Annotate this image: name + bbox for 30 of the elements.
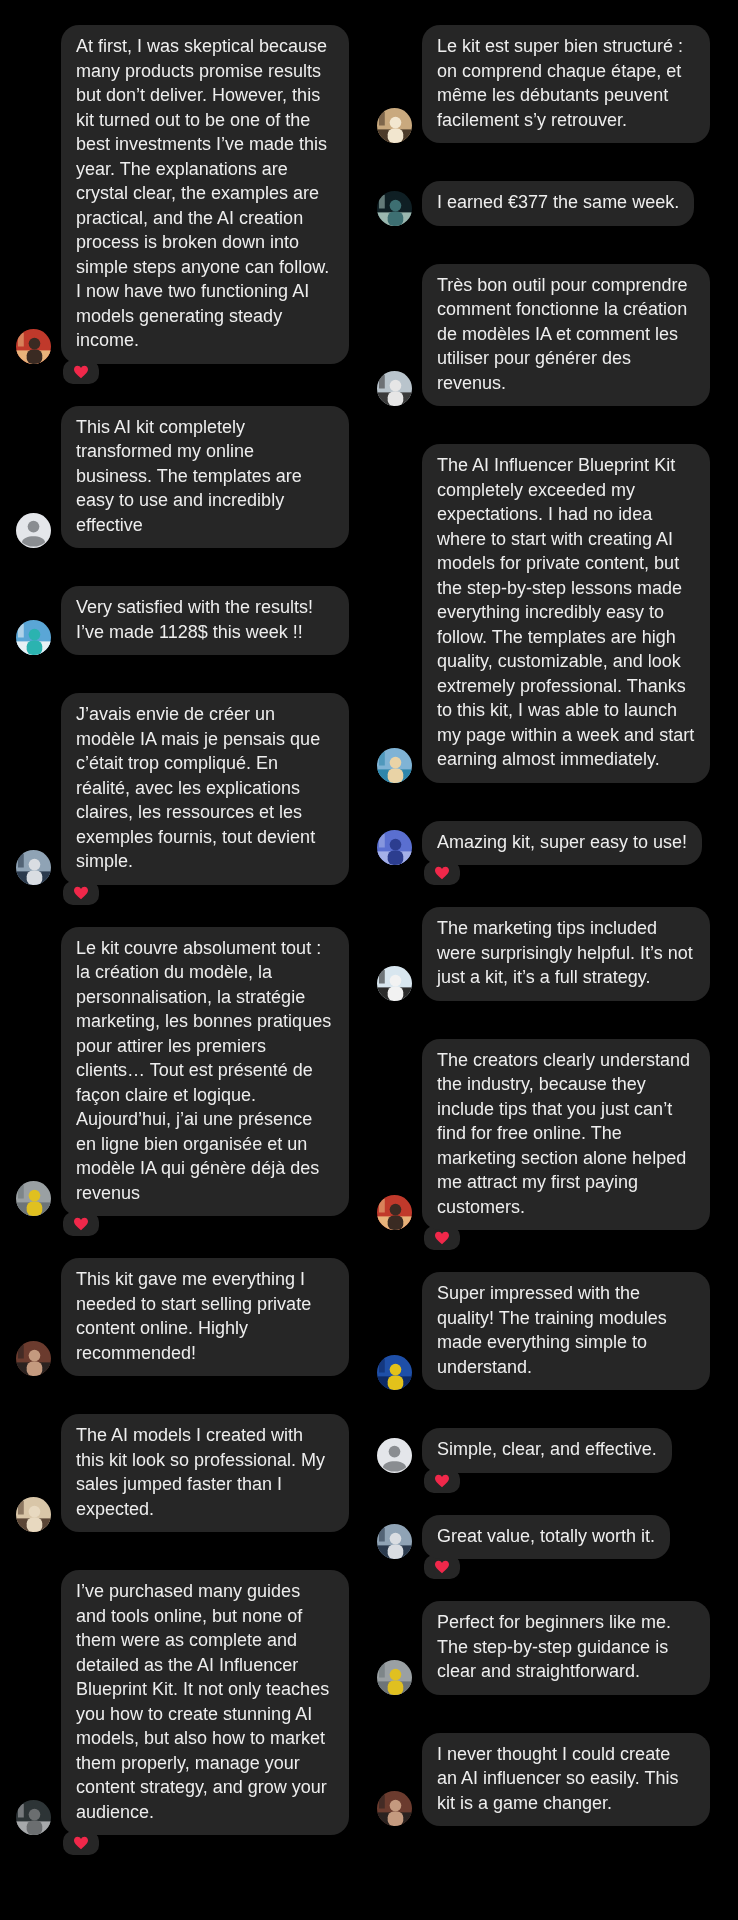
comment-text: I’ve purchased many guides and tools online, but none of them were as complete and detailed as the AI Influencer Blueprint Kit. It not only teaches you how to create stunning AI models, but also how to market them properly, manage your content strategy, and grow your audience.: [76, 1580, 331, 1824]
comment-text: The marketing tips included were surprisingly helpful. It’s not just a kit, it’s a full strategy.: [437, 917, 694, 989]
heart-icon: [73, 1217, 89, 1231]
heart-icon: [434, 1560, 450, 1574]
comment-text: This AI kit completely transformed my online business. The templates are easy to use and incredibly effective: [76, 415, 303, 537]
heart-icon: [434, 1231, 450, 1245]
heart-icon: [434, 866, 450, 880]
heart-icon: [73, 364, 89, 379]
person-icon: [377, 1437, 412, 1473]
comment-text: At first, I was skeptical because many products promise results but don’t deliver. However, this kit turned out to be one of the best investments I’ve made this year. The explanations are crystal clear, the examples are practical, and the AI creation process is broken down into simple steps anyone can follow. I now have two functioning AI models generating steady income.: [76, 35, 331, 352]
comment-text: The AI Influencer Blueprint Kit completely exceeded my expectations. I had no idea where to start with creating AI models for private content, but the step-by-step lessons made everything incredibly easy to follow. The templates are high quality, customizable, and look extremely professional. Thanks to this kit, I was able to launch my page within a week and start earning almost immediately.: [437, 454, 695, 771]
heart-icon: [73, 1836, 89, 1850]
comment-text: Amazing kit, super easy to use!: [437, 830, 688, 854]
comment-text: Le kit couvre absolument tout : la création du modèle, la personnalisation, la stratégie marketing, les bonnes pratiques pour attirer les premiers clients… Tout est présenté de façon claire et logique. Aujourd’hui, j’ai une présence en ligne bien organisée et un modèle IA qui génère déjà des revenus: [76, 936, 333, 1205]
heart-icon: [434, 1473, 450, 1488]
heart-icon: [73, 885, 89, 900]
comment-text: This kit gave me everything I needed to start selling private content online. Highly recommended!: [76, 1268, 313, 1365]
comment-text: Super impressed with the quality! The training modules made everything simple to understand.: [437, 1282, 668, 1379]
comment-text: J’avais envie de créer un modèle IA mais je pensais que c’était trop compliqué. En réalité, avec les explications claires, les ressources et les exemples fournis, tout devient simple.: [76, 703, 322, 873]
comment-text: The AI models I created with this kit look so professional. My sales jumped faster than I expected.: [76, 1424, 327, 1521]
comment-text: Très bon outil pour comprendre comment fonctionne la création de modèles IA et comment les utiliser pour générer des revenus.: [437, 273, 689, 395]
comment-text: Great value, totally worth it.: [437, 1524, 656, 1548]
comment-text: I never thought I could create an AI influencer so easily. This kit is a game changer.: [437, 1742, 680, 1815]
comment-text: Simple, clear, and effective.: [437, 1438, 657, 1461]
comment-text: Perfect for beginners like me. The step-by-step guidance is clear and straightforward.: [437, 1611, 673, 1683]
person-icon: [16, 513, 51, 548]
comment-text: The creators clearly understand the industry, because they include tips that you just can’t find for free online. The marketing section alone helped me attract my first paying customers.: [437, 1048, 692, 1219]
comment-text: I earned €377 the same week.: [437, 191, 680, 214]
comment-text: Le kit est super bien structuré : on comprend chaque étape, et même les débutants peuvent facilement s’y retrouver.: [437, 35, 685, 132]
comment-text: Very satisfied with the results! I’ve made 1128$ this week !!: [76, 596, 315, 644]
